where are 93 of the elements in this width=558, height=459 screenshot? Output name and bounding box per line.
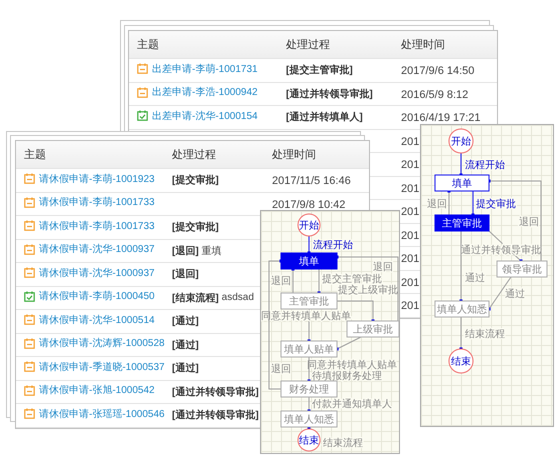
subject-link[interactable]: 出差申请-沈华-1000154	[137, 108, 258, 123]
process-status: [退回]	[172, 268, 199, 282]
column-header: 主题	[24, 148, 47, 162]
subject-link[interactable]: 请休假申请-李萌-1001733	[24, 218, 155, 233]
calendar-icon	[137, 63, 148, 74]
subject-link[interactable]: 请休假申请-李萌-1001733	[24, 195, 155, 210]
time-cell: 201	[401, 182, 420, 195]
edge-label: 付款并通知填单人	[312, 399, 392, 410]
start-node: 开始	[298, 214, 320, 236]
process-status: [提交审批]	[172, 173, 219, 188]
column-header: 处理时间	[401, 38, 446, 52]
subject-link[interactable]: 出差申请-李萌-1001731	[137, 62, 258, 76]
edge-label: 提交审批	[476, 199, 516, 210]
calendar-icon	[24, 408, 35, 420]
edge-label: 结束流程	[323, 438, 363, 449]
subject-link[interactable]: 请休假申请-李萌-1001923	[24, 172, 155, 186]
edge-label: 退回	[373, 262, 393, 273]
time-cell: 2017/9/6 14:50	[401, 65, 474, 78]
end-node: 结束	[448, 348, 474, 374]
process-status: [退回]	[172, 244, 199, 258]
time-cell: 201	[401, 276, 420, 289]
process-status: [通过并转领导审批]	[172, 408, 259, 422]
time-cell: 201	[401, 136, 420, 148]
time-cell: 2016/5/9 8:12	[401, 88, 468, 101]
edge-label: 提交主管审批	[322, 274, 382, 285]
calendar-icon	[24, 267, 35, 278]
flow-node: 领导审批	[496, 260, 548, 278]
process-status: [通过]	[172, 338, 199, 352]
calendar-icon	[24, 314, 35, 326]
time-cell: 201	[401, 300, 420, 312]
subject-link[interactable]: 请休假申请-李萌-1000450	[24, 289, 155, 304]
calendar-icon	[24, 173, 35, 184]
subject-link[interactable]: 请休假申请-沈涛辉-1000528	[24, 336, 165, 350]
process-status: [提交主管审批]	[286, 63, 353, 78]
process-status: [结束流程]	[172, 291, 219, 305]
edge-label: 待填报财务处理	[312, 371, 382, 382]
edge-label: 退回	[271, 364, 291, 375]
edge-label: 通过并转领导审批	[461, 245, 541, 256]
process-note: 重填	[202, 244, 222, 258]
flow-node: 填单	[434, 174, 490, 192]
calendar-icon	[24, 384, 35, 396]
process-status: [通过并转领导审批]	[286, 87, 373, 101]
flow-node: 主管审批	[434, 214, 490, 232]
time-cell: 201	[401, 253, 420, 266]
flow-node: 主管审批	[280, 292, 338, 310]
process-status: [提交审批]	[172, 220, 219, 234]
subject-link[interactable]: 请休假申请-沈华-1000937	[24, 266, 155, 280]
process-note: asdsad	[222, 292, 254, 304]
subject-link[interactable]: 出差申请-李浩-1000942	[137, 85, 258, 100]
edge-label: 退回	[271, 276, 291, 287]
edge-label: 通过	[465, 273, 485, 284]
time-cell: 2016/4/19 17:21	[401, 112, 481, 124]
flow-node: 填单人贴单	[280, 340, 338, 358]
subject-link[interactable]: 请休假申请-张瑶瑶-1000546	[24, 406, 165, 421]
flow-node: 填单人知悉	[280, 410, 338, 428]
calendar-icon	[24, 244, 35, 255]
edge-label: 提交上级审批	[338, 285, 398, 296]
process-status: [通过]	[172, 362, 199, 376]
column-header: 主题	[137, 38, 160, 52]
column-header: 处理过程	[286, 38, 331, 52]
flow-node: 上级审批	[346, 320, 399, 338]
time-cell: 201	[401, 230, 420, 242]
calendar-icon	[24, 361, 35, 372]
edge-label: 通过	[505, 289, 525, 300]
subject-link[interactable]: 请休假申请-季道晓-1000537	[24, 360, 165, 374]
calendar-icon	[137, 86, 148, 98]
process-status: [通过并转领导审批]	[172, 385, 259, 399]
time-cell: 2017/9/8 10:42	[272, 198, 346, 211]
process-status: [通过并转填单人]	[286, 110, 363, 124]
time-cell: 201	[401, 159, 420, 172]
calendar-icon	[24, 338, 35, 349]
time-cell: 2017/11/5 16:46	[272, 175, 351, 188]
calendar-icon	[24, 196, 35, 208]
column-header: 处理时间	[272, 148, 317, 162]
subject-link[interactable]: 请休假申请-沈华-1000514	[24, 312, 155, 327]
end-node: 结束	[298, 428, 320, 452]
flow-node: 填单人知悉	[434, 300, 490, 318]
process-status: [通过]	[172, 314, 199, 328]
column-header: 处理过程	[172, 148, 217, 162]
edge-label: 退回	[427, 199, 447, 210]
calendar-icon	[24, 220, 35, 232]
subject-link[interactable]: 请休假申请-张旭-1000542	[24, 383, 155, 398]
subject-link[interactable]: 请休假申请-沈华-1000937	[24, 242, 155, 256]
flow-node: 填单	[280, 252, 338, 270]
edge-label: 退回	[519, 217, 539, 228]
edge-label: 结束流程	[465, 329, 505, 340]
calendar-check-icon	[137, 110, 148, 122]
edge-label: 流程开始	[465, 160, 505, 171]
calendar-check-icon	[24, 290, 35, 302]
time-cell: 201	[401, 206, 420, 218]
flow-node: 财务处理	[280, 380, 338, 398]
edge-label: 流程开始	[313, 240, 353, 251]
start-node: 开始	[448, 128, 474, 154]
